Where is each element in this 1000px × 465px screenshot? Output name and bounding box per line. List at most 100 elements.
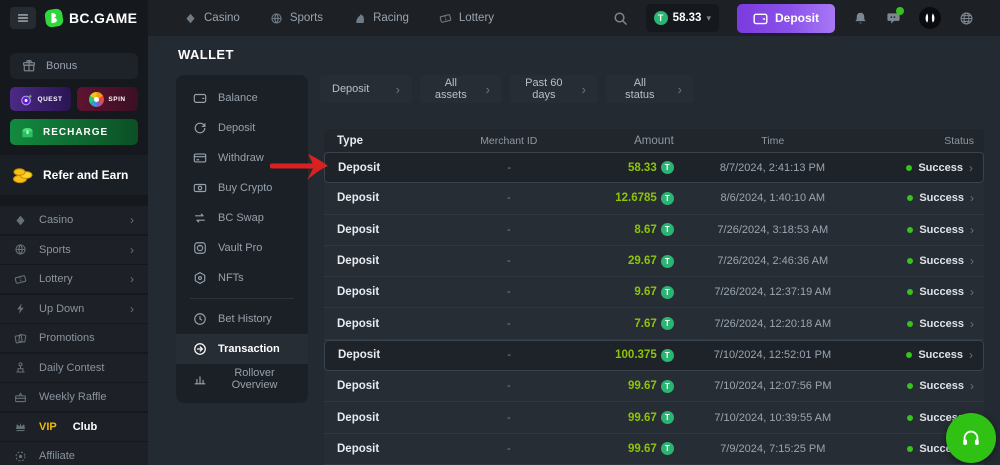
promotions-cards-icon bbox=[14, 332, 27, 345]
wallet-menu-label: Bet History bbox=[218, 313, 272, 325]
language-button[interactable] bbox=[959, 11, 974, 26]
wallet-menu-withdraw[interactable]: Withdraw bbox=[176, 143, 308, 173]
chat-button[interactable] bbox=[886, 11, 901, 26]
topnav-casino[interactable]: Casino bbox=[184, 12, 240, 25]
cell-amount: 7.67T bbox=[601, 317, 674, 330]
table-row[interactable]: Deposit - 58.33T 8/7/2024, 2:41:13 PM Su… bbox=[324, 152, 984, 183]
globe-icon bbox=[959, 11, 974, 26]
bonus-button[interactable]: Bonus bbox=[10, 53, 138, 79]
sidebar-item-lottery[interactable]: Lottery › bbox=[0, 265, 148, 293]
deposit-circle-icon bbox=[193, 121, 207, 135]
sidebar-item-sports[interactable]: Sports › bbox=[0, 236, 148, 264]
table-row[interactable]: Deposit - 99.67T 7/10/2024, 12:07:56 PM … bbox=[324, 371, 984, 402]
filter-status-dropdown[interactable]: All status› bbox=[606, 75, 694, 103]
cell-status[interactable]: Success› bbox=[872, 285, 984, 299]
wallet-menu-deposit[interactable]: Deposit bbox=[176, 113, 308, 143]
status-label: Success bbox=[919, 192, 964, 204]
cell-status[interactable]: Success› bbox=[872, 223, 984, 237]
cell-type: Deposit bbox=[324, 224, 416, 236]
bcgame-logo-icon bbox=[44, 8, 64, 28]
col-status: Status bbox=[872, 135, 984, 147]
usdt-coin-icon: T bbox=[661, 349, 674, 362]
support-button[interactable] bbox=[946, 413, 996, 463]
deposit-button-label: Deposit bbox=[775, 11, 819, 25]
cell-status[interactable]: Success› bbox=[872, 191, 984, 205]
topnav-racing[interactable]: Racing bbox=[353, 12, 409, 25]
wallet-menu-label: Balance bbox=[218, 92, 258, 104]
table-row[interactable]: Deposit - 9.67T 7/26/2024, 12:37:19 AM S… bbox=[324, 277, 984, 308]
success-dot-icon bbox=[907, 289, 913, 295]
wallet-menu-bc-swap[interactable]: BC Swap bbox=[176, 203, 308, 233]
gift-icon bbox=[22, 59, 36, 73]
cell-time: 8/7/2024, 2:41:13 PM bbox=[674, 162, 871, 174]
usdt-coin-icon: T bbox=[661, 161, 674, 174]
topnav-sports[interactable]: Sports bbox=[270, 12, 323, 25]
sidebar-item-updown[interactable]: Up Down › bbox=[0, 295, 148, 323]
withdraw-card-icon bbox=[193, 151, 207, 165]
amount-value: 100.375 bbox=[615, 349, 657, 361]
table-row[interactable]: Deposit - 100.375T 7/10/2024, 12:52:01 P… bbox=[324, 340, 984, 371]
racing-horse-icon bbox=[353, 12, 366, 25]
refer-and-earn-button[interactable]: Refer and Earn bbox=[0, 155, 148, 195]
cell-amount: 99.67T bbox=[601, 411, 674, 424]
wallet-menu-bet-history[interactable]: Bet History bbox=[176, 304, 308, 334]
recharge-button[interactable]: RECHARGE bbox=[10, 119, 138, 145]
cell-time: 7/10/2024, 12:52:01 PM bbox=[674, 349, 871, 361]
table-row[interactable]: Deposit - 8.67T 7/26/2024, 3:18:53 AM Su… bbox=[324, 215, 984, 246]
cell-amount: 100.375 T bbox=[601, 349, 673, 362]
sidebar-item-daily-contest[interactable]: Daily Contest bbox=[0, 354, 148, 382]
wallet-menu-vault-pro[interactable]: Vault Pro bbox=[176, 233, 308, 263]
table-row[interactable]: Deposit - 29.67T 7/26/2024, 2:46:36 AM S… bbox=[324, 246, 984, 277]
hamburger-menu-button[interactable] bbox=[10, 7, 36, 29]
cell-status[interactable]: Success› bbox=[872, 379, 984, 393]
wallet-menu-rollover-overview[interactable]: Rollover Overview bbox=[176, 364, 308, 394]
spin-button[interactable]: SPIN bbox=[77, 87, 138, 111]
sidebar: Bonus QUEST SPIN RECHARGE Refer and Earn… bbox=[0, 36, 148, 465]
chevron-right-icon: › bbox=[582, 82, 586, 97]
quest-button[interactable]: QUEST bbox=[10, 87, 71, 111]
wallet-menu-label: NFTs bbox=[218, 272, 244, 284]
bcgame-logo[interactable]: BC.GAME bbox=[44, 8, 137, 28]
table-row[interactable]: Deposit - 12.6785T 8/6/2024, 1:40:10 AM … bbox=[324, 183, 984, 214]
topnav-label: Sports bbox=[290, 12, 323, 24]
table-row[interactable]: Deposit - 7.67T 7/26/2024, 12:20:18 AM S… bbox=[324, 308, 984, 339]
wallet-balance-icon bbox=[193, 91, 207, 105]
cell-status[interactable]: Success› bbox=[872, 317, 984, 331]
cell-status[interactable]: Success› bbox=[871, 161, 983, 175]
amount-value: 99.67 bbox=[628, 443, 657, 455]
sidebar-item-affiliate[interactable]: Affiliate bbox=[0, 442, 148, 465]
quest-target-icon bbox=[19, 92, 34, 107]
casino-icon bbox=[14, 214, 27, 227]
filter-assets-dropdown[interactable]: All assets› bbox=[420, 75, 502, 103]
topnav-lottery[interactable]: Lottery bbox=[439, 12, 494, 25]
wallet-menu-buy-crypto[interactable]: Buy Crypto bbox=[176, 173, 308, 203]
cell-merchant-id: - bbox=[416, 286, 601, 298]
sidebar-item-vip-club[interactable]: VIP Club bbox=[0, 413, 148, 441]
col-merchant-id: Merchant ID bbox=[416, 135, 601, 147]
vip-label-accent: VIP bbox=[39, 421, 57, 433]
user-avatar[interactable] bbox=[919, 7, 941, 29]
balance-selector[interactable]: T 58.33 ▾ bbox=[646, 4, 719, 32]
filter-label: Deposit bbox=[332, 83, 369, 95]
vip-label: Club bbox=[73, 421, 97, 433]
casino-icon bbox=[184, 12, 197, 25]
table-row[interactable]: Deposit - 99.67T 7/9/2024, 7:15:25 PM Su… bbox=[324, 434, 984, 465]
buy-crypto-icon bbox=[193, 181, 207, 195]
wallet-menu-transaction[interactable]: Transaction bbox=[176, 334, 308, 364]
wallet-menu-balance[interactable]: Balance bbox=[176, 83, 308, 113]
filter-type-dropdown[interactable]: Deposit › bbox=[320, 75, 412, 103]
status-label: Success bbox=[918, 162, 963, 174]
sidebar-item-weekly-raffle[interactable]: Weekly Raffle bbox=[0, 383, 148, 411]
cell-status[interactable]: Success› bbox=[872, 254, 984, 268]
sidebar-item-promotions[interactable]: Promotions bbox=[0, 324, 148, 352]
deposit-button[interactable]: Deposit bbox=[737, 4, 835, 33]
table-row[interactable]: Deposit - 99.67T 7/10/2024, 10:39:55 AM … bbox=[324, 402, 984, 433]
amount-value: 99.67 bbox=[628, 412, 657, 424]
notifications-button[interactable] bbox=[853, 11, 868, 26]
chevron-right-icon: › bbox=[396, 82, 400, 97]
filter-date-dropdown[interactable]: Past 60 days› bbox=[510, 75, 598, 103]
wallet-menu-nfts[interactable]: NFTs bbox=[176, 263, 308, 293]
cell-status[interactable]: Success› bbox=[871, 348, 983, 362]
sidebar-item-casino[interactable]: Casino › bbox=[0, 206, 148, 234]
search-button[interactable] bbox=[613, 11, 628, 26]
